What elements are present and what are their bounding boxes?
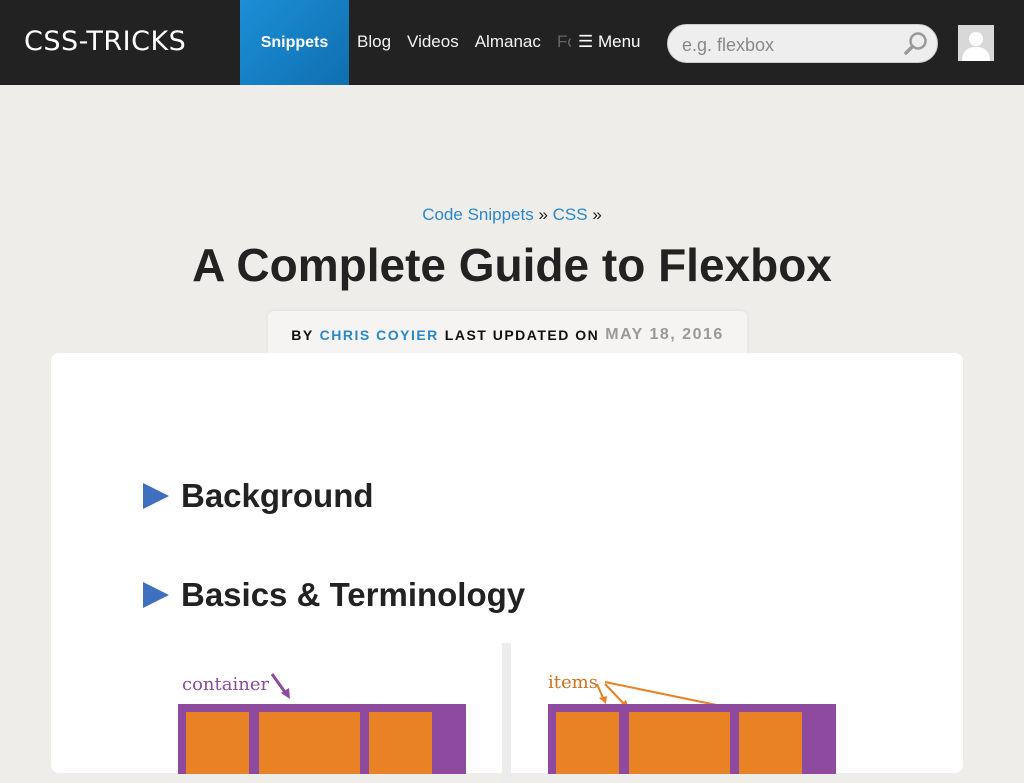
container-label: container <box>182 674 270 695</box>
flex-item-illustration <box>629 712 730 774</box>
menu-button[interactable]: ☰ Menu <box>578 32 641 52</box>
search-input[interactable] <box>680 32 899 58</box>
flex-item-illustration <box>369 712 432 774</box>
diagram-divider <box>502 643 511 783</box>
expand-triangle-icon <box>143 483 169 509</box>
flex-item-illustration <box>186 712 249 774</box>
byline-updated-label: LAST UPDATED ON <box>444 327 600 343</box>
container-arrow-icon <box>270 673 290 699</box>
byline-date: MAY 18, 2016 <box>605 326 724 343</box>
article-content: Background Basics & Terminology containe… <box>51 353 963 783</box>
nav-item-almanac[interactable]: Almanac <box>475 32 541 52</box>
breadcrumb-css[interactable]: CSS <box>553 205 588 224</box>
flex-item-illustration <box>259 712 360 774</box>
site-logo[interactable]: CSS-TRICKS <box>24 26 186 57</box>
expand-triangle-icon <box>143 582 169 608</box>
flex-item-illustration <box>556 712 619 774</box>
section-heading-background: Background <box>181 477 374 514</box>
breadcrumb: Code Snippets » CSS » <box>0 205 1024 225</box>
search-icon[interactable] <box>903 31 929 57</box>
section-background-toggle[interactable]: Background <box>143 477 374 515</box>
article-byline: BY CHRIS COYIER LAST UPDATED ON MAY 18, … <box>268 311 747 359</box>
breadcrumb-code-snippets[interactable]: Code Snippets <box>422 205 534 224</box>
breadcrumb-separator: » <box>533 205 553 224</box>
section-basics-toggle[interactable]: Basics & Terminology <box>143 576 525 614</box>
breadcrumb-separator: » <box>587 205 602 224</box>
nav-links: Blog Videos Almanac <box>357 32 541 52</box>
page-title: A Complete Guide to Flexbox <box>192 239 832 291</box>
nav-item-snippets[interactable]: Snippets <box>240 0 349 85</box>
top-navigation-bar: CSS-TRICKS Snippets Blog Videos Almanac … <box>0 0 1024 85</box>
user-avatar[interactable] <box>958 25 994 61</box>
search-box <box>667 24 938 63</box>
flex-item-illustration <box>739 712 802 774</box>
user-silhouette-icon <box>962 32 990 61</box>
byline-by: BY <box>291 327 314 343</box>
author-link[interactable]: CHRIS COYIER <box>320 327 439 343</box>
nav-item-faded[interactable]: Forums <box>557 32 571 52</box>
nav-item-videos[interactable]: Videos <box>407 32 459 52</box>
nav-item-blog[interactable]: Blog <box>357 32 391 52</box>
section-heading-basics: Basics & Terminology <box>181 576 526 613</box>
